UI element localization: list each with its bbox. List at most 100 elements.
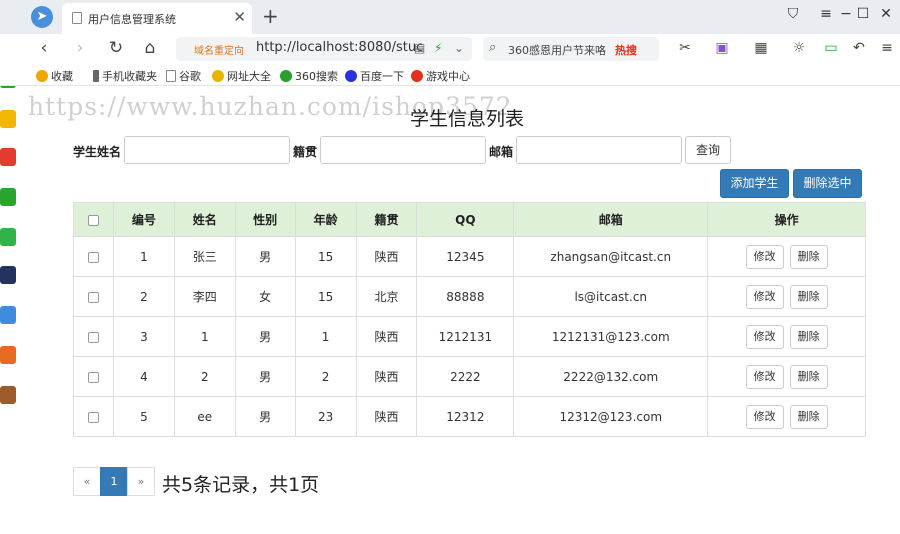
chevron-down-icon[interactable]: ⌄ xyxy=(454,41,464,55)
home-icon[interactable]: ⌂ xyxy=(140,38,160,58)
pagination: « 1 » xyxy=(73,467,155,496)
cell-email: zhangsan@itcast.cn xyxy=(513,236,709,277)
edit-button[interactable]: 修改 xyxy=(745,284,784,309)
browser-tab[interactable]: 用户信息管理系统 ✕ xyxy=(62,3,252,34)
sidebar-doc-icon[interactable] xyxy=(0,306,16,324)
cell-gender: 男 xyxy=(234,396,296,437)
speed-icon[interactable]: ⚡ xyxy=(434,41,442,55)
cell-gender: 男 xyxy=(234,356,296,397)
delete-selected-button[interactable]: 删除选中 xyxy=(793,169,862,198)
sidebar-app-icon[interactable] xyxy=(0,346,16,364)
delete-button[interactable]: 删除 xyxy=(789,244,828,269)
email-label: 邮箱 xyxy=(489,145,514,159)
header-name: 姓名 xyxy=(173,202,236,237)
skin-icon[interactable]: ⛉ xyxy=(783,6,803,22)
name-input[interactable] xyxy=(124,136,290,164)
url-text[interactable]: http://localhost:8080/stuc xyxy=(256,40,423,55)
cell-qq: 12312 xyxy=(416,396,515,437)
edit-button[interactable]: 修改 xyxy=(745,324,784,349)
new-tab-icon[interactable]: + xyxy=(262,4,279,28)
row-checkbox[interactable] xyxy=(87,411,99,423)
scissors-icon[interactable]: ✂ xyxy=(676,40,694,56)
pagination-summary: 共5条记录，共1页 xyxy=(162,474,320,496)
select-all-checkbox[interactable] xyxy=(87,214,99,226)
page-1-button[interactable]: 1 xyxy=(100,467,128,496)
back-icon[interactable]: ‹ xyxy=(34,38,54,58)
cell-qq: 88888 xyxy=(416,276,515,317)
bookmark-games[interactable]: 游戏中心 xyxy=(411,68,470,84)
bookmarks-bar: 收藏 手机收藏夹 谷歌 网址大全 360搜索 百度一下 游戏中心 xyxy=(0,64,900,86)
header-gender: 性别 xyxy=(234,202,296,237)
delete-button[interactable]: 删除 xyxy=(789,404,828,429)
search-icon: ⌕ xyxy=(489,40,497,55)
row-select-cell xyxy=(73,236,114,277)
select-all-cell xyxy=(73,202,114,237)
translate-icon[interactable]: ▣ xyxy=(713,40,731,56)
maximize-icon[interactable]: ☐ xyxy=(853,6,873,22)
delete-button[interactable]: 删除 xyxy=(789,324,828,349)
delete-button[interactable]: 删除 xyxy=(789,364,828,389)
reader-icon[interactable]: ▤ xyxy=(414,41,425,55)
hot-search-label[interactable]: 热搜 xyxy=(615,42,637,58)
forward-icon[interactable]: › xyxy=(70,38,90,58)
menu-icon[interactable]: ≡ xyxy=(816,6,836,22)
cell-actions: 修改 删除 xyxy=(707,236,866,277)
sidebar-mail-icon[interactable] xyxy=(0,188,16,206)
bookmark-baidu[interactable]: 百度一下 xyxy=(345,68,404,84)
bookmark-favorites[interactable]: 收藏 xyxy=(36,68,73,84)
brightness-icon[interactable]: ☼ xyxy=(790,40,808,56)
mobile-icon xyxy=(93,70,99,82)
origin-input[interactable] xyxy=(320,136,486,164)
cell-name: 2 xyxy=(173,356,236,397)
sidebar-game-icon[interactable] xyxy=(0,266,16,284)
edit-button[interactable]: 修改 xyxy=(745,404,784,429)
row-checkbox[interactable] xyxy=(87,251,99,263)
page-favicon-icon xyxy=(72,12,82,24)
sidebar-cloud-icon[interactable] xyxy=(0,228,16,246)
delete-button[interactable]: 删除 xyxy=(789,284,828,309)
row-checkbox[interactable] xyxy=(87,371,99,383)
undo-icon[interactable]: ↶ xyxy=(850,40,868,56)
prev-page-button[interactable]: « xyxy=(73,467,101,496)
close-tab-icon[interactable]: ✕ xyxy=(233,8,246,26)
query-button[interactable]: 查询 xyxy=(685,136,731,164)
edit-button[interactable]: 修改 xyxy=(745,364,784,389)
next-page-button[interactable]: » xyxy=(127,467,155,496)
add-student-button[interactable]: 添加学生 xyxy=(720,169,789,198)
reload-icon[interactable]: ↻ xyxy=(106,38,126,58)
table-row: 5 ee 男 23 陕西 12312 12312@123.com 修改 删除 xyxy=(73,396,866,437)
sidebar-weibo-icon[interactable] xyxy=(0,148,16,166)
email-input[interactable] xyxy=(516,136,682,164)
header-id: 编号 xyxy=(112,202,175,237)
bookmark-hao[interactable]: 网址大全 xyxy=(212,68,271,84)
row-checkbox[interactable] xyxy=(87,331,99,343)
header-origin: 籍贯 xyxy=(355,202,418,237)
cell-age: 23 xyxy=(294,396,357,437)
browser-logo-icon[interactable]: ➤ xyxy=(31,6,53,28)
sidebar-app2-icon[interactable] xyxy=(0,386,16,404)
row-checkbox[interactable] xyxy=(87,291,99,303)
edit-button[interactable]: 修改 xyxy=(745,244,784,269)
page-icon xyxy=(166,70,176,82)
bookmark-360search[interactable]: 360搜索 xyxy=(280,68,338,84)
cell-qq: 12345 xyxy=(416,236,515,277)
apps-grid-icon[interactable]: ▦ xyxy=(752,40,770,56)
search-bar[interactable]: ⌕ 360感恩用户节来咯 热搜 xyxy=(483,37,659,61)
more-icon[interactable]: ≡ xyxy=(878,40,896,56)
address-bar[interactable]: 域名重定向 http://localhost:8080/stuc ▤ ⚡ ⌄ xyxy=(176,37,472,61)
baidu-icon xyxy=(345,70,357,82)
table-row: 3 1 男 1 陕西 1212131 1212131@123.com 修改 删除 xyxy=(73,316,866,357)
cell-email: 1212131@123.com xyxy=(513,316,709,357)
cell-origin: 北京 xyxy=(355,276,418,317)
cell-origin: 陕西 xyxy=(355,396,418,437)
bookmark-google[interactable]: 谷歌 xyxy=(166,68,201,84)
sidebar-star-icon[interactable] xyxy=(0,110,16,128)
cell-origin: 陕西 xyxy=(355,316,418,357)
search-suggestion[interactable]: 360感恩用户节来咯 xyxy=(508,42,606,58)
battery-icon[interactable]: ▭ xyxy=(822,40,840,56)
cell-age: 1 xyxy=(294,316,357,357)
cell-id: 1 xyxy=(112,236,175,277)
window-close-icon[interactable]: ✕ xyxy=(876,6,896,22)
bookmark-mobile[interactable]: 手机收藏夹 xyxy=(93,68,157,84)
redirect-label[interactable]: 域名重定向 xyxy=(194,42,244,57)
